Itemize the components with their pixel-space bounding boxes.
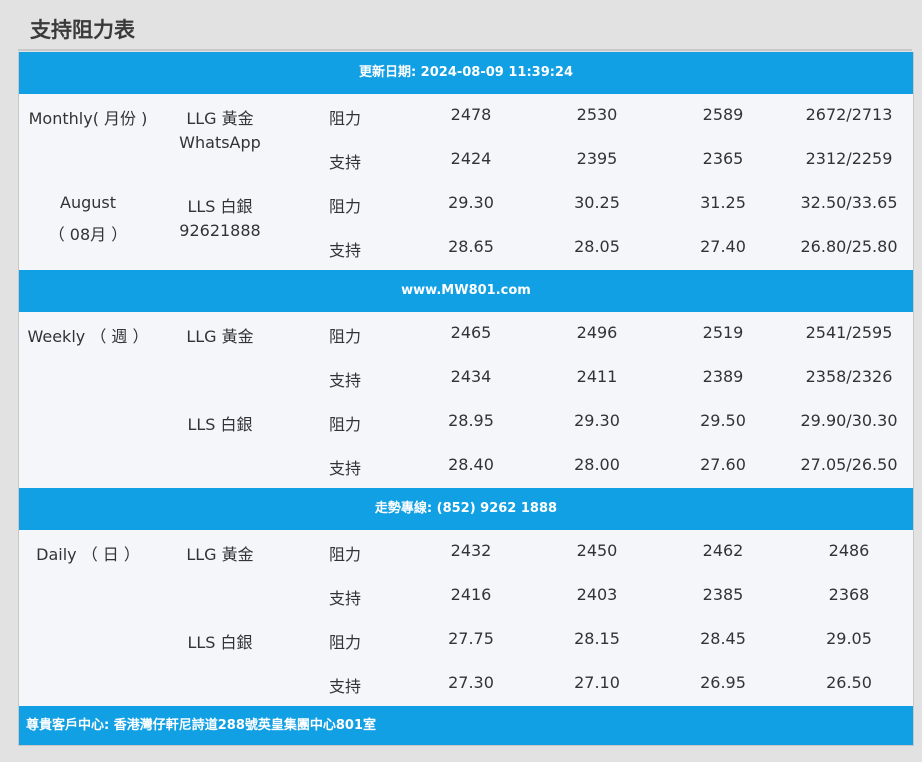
weekly-period-label: Weekly （ 週 ）: [27, 327, 149, 346]
weekly-row-4-level-3: 27.60: [700, 455, 746, 474]
support-resistance-panel: 支持阻力表 更新日期: 2024-08-09 11:39:24 Monthly(…: [18, 0, 914, 762]
daily-row-4-level-1: 27.30: [448, 673, 494, 692]
update-date-banner: 更新日期: 2024-08-09 11:39:24: [19, 52, 913, 94]
page-title: 支持阻力表: [30, 18, 135, 42]
monthly-row-4-level-2: 28.05: [574, 237, 620, 256]
monthly-gold-label: LLG 黃金: [186, 109, 254, 128]
weekly-row-2-level-3: 2389: [702, 367, 744, 386]
monthly-row-3-level-1: 29.30: [448, 193, 494, 212]
daily-row-2-level-4: 2368: [828, 585, 870, 604]
monthly-row-2-level-2: 2395: [576, 149, 618, 168]
daily-row-2-level-1: 2416: [450, 585, 492, 604]
daily-gold-label: LLG 黃金: [186, 545, 254, 564]
monthly-month-number: （ 08月 ）: [48, 225, 128, 244]
weekly-silver-label: LLS 白銀: [187, 415, 253, 434]
monthly-row-1-level-2: 2530: [576, 105, 618, 124]
weekly-row-3-level-1: 28.95: [448, 411, 494, 430]
monthly-row-1-level-1: 2478: [450, 105, 492, 124]
title-divider: [18, 49, 912, 51]
daily-row-1-type: 阻力: [328, 545, 361, 564]
monthly-row-3-level-4: 32.50/33.65: [800, 193, 898, 212]
daily-period-label: Daily （ 日 ）: [36, 545, 140, 564]
weekly-row-1-level-4: 2541/2595: [805, 323, 893, 342]
weekly-row-4-type: 支持: [328, 459, 361, 478]
monthly-row-1-level-4: 2672/2713: [805, 105, 893, 124]
weekly-row-2-level-4: 2358/2326: [805, 367, 893, 386]
monthly-row-4-level-4: 26.80/25.80: [800, 237, 898, 256]
daily-row-4-level-2: 27.10: [574, 673, 620, 692]
daily-row-3-level-2: 28.15: [574, 629, 620, 648]
daily-row-3-level-4: 29.05: [826, 629, 872, 648]
monthly-period-label: Monthly( 月份 ): [28, 109, 148, 128]
monthly-row-3-type: 阻力: [328, 197, 361, 216]
monthly-section: Monthly( 月份 ) August （ 08月 ） LLG 黃金 What…: [19, 94, 913, 270]
monthly-row-4-level-1: 28.65: [448, 237, 494, 256]
weekly-row-4-level-1: 28.40: [448, 455, 494, 474]
daily-row-2-type: 支持: [328, 589, 361, 608]
daily-row-1-level-2: 2450: [576, 541, 618, 560]
monthly-whatsapp-label: WhatsApp: [179, 133, 261, 152]
monthly-row-2-level-1: 2424: [450, 149, 492, 168]
daily-row-1-level-1: 2432: [450, 541, 492, 560]
support-resistance-table: 更新日期: 2024-08-09 11:39:24 Monthly( 月份 ) …: [18, 52, 914, 746]
daily-row-3-level-1: 27.75: [448, 629, 494, 648]
monthly-row-4-level-3: 27.40: [700, 237, 746, 256]
monthly-row-2-level-3: 2365: [702, 149, 744, 168]
daily-row-4-level-4: 26.50: [826, 673, 872, 692]
weekly-row-3-level-2: 29.30: [574, 411, 620, 430]
weekly-row-1-level-3: 2519: [702, 323, 744, 342]
weekly-row-3-type: 阻力: [328, 415, 361, 434]
monthly-row-4-type: 支持: [328, 241, 361, 260]
daily-row-2-level-3: 2385: [702, 585, 744, 604]
daily-section: Daily （ 日 ） LLG 黃金 LLS 白銀 阻力 2432 2450 2462…: [19, 530, 913, 706]
weekly-row-1-type: 阻力: [328, 327, 361, 346]
monthly-row-3-level-3: 31.25: [700, 193, 746, 212]
monthly-row-2-level-4: 2312/2259: [805, 149, 893, 168]
monthly-row-2-type: 支持: [328, 153, 361, 172]
daily-silver-label: LLS 白銀: [187, 633, 253, 652]
daily-row-3-level-3: 28.45: [700, 629, 746, 648]
weekly-section: Weekly （ 週 ） LLG 黃金 LLS 白銀 阻力 2465 2496 251…: [19, 312, 913, 488]
daily-row-1-level-3: 2462: [702, 541, 744, 560]
weekly-row-2-type: 支持: [328, 371, 361, 390]
monthly-row-1-type: 阻力: [328, 109, 361, 128]
daily-row-1-level-4: 2486: [828, 541, 870, 560]
daily-row-3-type: 阻力: [328, 633, 361, 652]
daily-row-2-level-2: 2403: [576, 585, 618, 604]
weekly-row-1-level-2: 2496: [576, 323, 618, 342]
monthly-row-1-level-3: 2589: [702, 105, 744, 124]
weekly-row-3-level-4: 29.90/30.30: [800, 411, 898, 430]
hotline-banner: 走勢專線: (852) 9262 1888: [19, 488, 913, 530]
weekly-row-2-level-1: 2434: [450, 367, 492, 386]
monthly-row-3-level-2: 30.25: [574, 193, 620, 212]
weekly-row-4-level-2: 28.00: [574, 455, 620, 474]
monthly-month-name: August: [60, 193, 116, 212]
monthly-silver-label: LLS 白銀: [187, 197, 253, 216]
weekly-row-4-level-4: 27.05/26.50: [800, 455, 898, 474]
daily-row-4-level-3: 26.95: [700, 673, 746, 692]
daily-row-4-type: 支持: [328, 677, 361, 696]
weekly-row-2-level-2: 2411: [576, 367, 618, 386]
website-banner: www.MW801.com: [19, 270, 913, 312]
monthly-phone-number: 92621888: [179, 221, 261, 240]
address-footer-banner: 尊貴客戶中心: 香港灣仔軒尼詩道288號英皇集團中心801室: [19, 706, 913, 745]
weekly-row-3-level-3: 29.50: [700, 411, 746, 430]
weekly-row-1-level-1: 2465: [450, 323, 492, 342]
weekly-gold-label: LLG 黃金: [186, 327, 254, 346]
